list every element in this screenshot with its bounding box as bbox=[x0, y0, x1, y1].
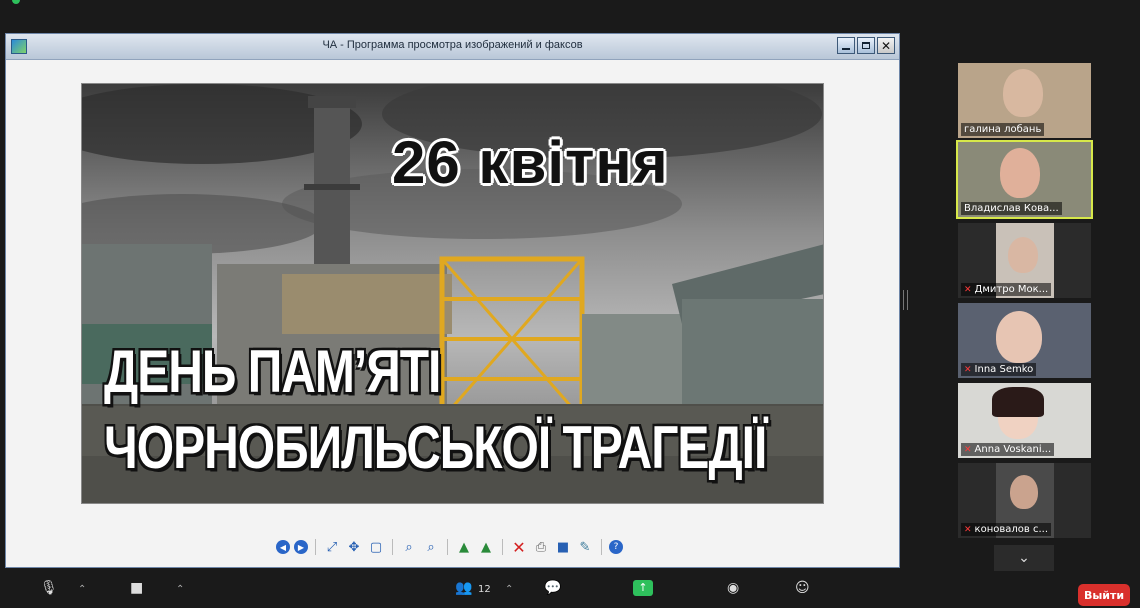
window-title: ЧА - Программа просмотра изображений и ф… bbox=[322, 39, 583, 51]
participants-count: 12 bbox=[478, 584, 491, 595]
save-icon[interactable]: ■ bbox=[554, 538, 572, 556]
delete-icon[interactable]: ✕ bbox=[510, 538, 528, 557]
close-icon: ✕ bbox=[880, 38, 892, 53]
viewer-toolbar: ◀ ▶ ⤢ ✥ ▢ ⌕ ⌕ ▲ ▲ ✕ ⎙ ■ ✎ ? bbox=[276, 536, 623, 558]
status-dot bbox=[12, 0, 20, 4]
zoom-out-icon[interactable]: ⌕ bbox=[422, 538, 440, 556]
maximize-icon bbox=[862, 42, 870, 49]
sarcophagus-roof bbox=[282, 274, 452, 334]
share-arrow-icon: ↑ bbox=[638, 581, 648, 594]
participants-options-chevron-icon[interactable]: ⌃ bbox=[505, 584, 513, 595]
rotate-counterclockwise-icon[interactable]: ▲ bbox=[477, 538, 495, 556]
participant-tile-active[interactable]: Владислав Кова... bbox=[956, 140, 1093, 219]
participant-name: Anna Voskani... bbox=[974, 444, 1052, 455]
poster-headline-1: ДЕНЬ ПАМ’ЯТІ bbox=[104, 339, 441, 406]
poster-headline-2: ЧОРНОБИЛЬСЬКОЇ ТРАГЕДІЇ bbox=[104, 415, 767, 482]
building-far-right bbox=[682, 299, 823, 419]
participant-tile[interactable]: галина лобань bbox=[958, 63, 1091, 138]
participant-name: Inna Semko bbox=[974, 364, 1034, 375]
muted-mic-icon: ✕ bbox=[964, 284, 972, 295]
poster-image: 26 квітня ДЕНЬ ПАМ’ЯТІ ЧОРНОБИЛЬСЬКОЇ ТР… bbox=[81, 83, 824, 504]
participant-video bbox=[1008, 237, 1038, 273]
share-screen-button[interactable]: ↑ bbox=[633, 580, 653, 596]
building-right bbox=[582, 314, 682, 414]
reactions-icon[interactable]: ☺ bbox=[795, 580, 810, 596]
participant-name: Владислав Кова... bbox=[964, 203, 1059, 214]
minimize-icon bbox=[842, 47, 850, 50]
edit-icon[interactable]: ✎ bbox=[576, 538, 594, 556]
poster-date-text: 26 квітня bbox=[392, 129, 669, 196]
help-icon[interactable]: ? bbox=[609, 540, 623, 554]
scroll-participants-down-button[interactable]: ⌄ bbox=[994, 545, 1054, 571]
video-camera-icon[interactable]: ■ bbox=[130, 580, 143, 596]
image-viewer-window: ЧА - Программа просмотра изображений и ф… bbox=[5, 33, 900, 568]
chimney bbox=[314, 96, 350, 266]
participant-video bbox=[996, 311, 1042, 363]
minimize-button[interactable] bbox=[837, 37, 855, 54]
zoom-in-icon[interactable]: ⌕ bbox=[400, 538, 418, 556]
muted-mic-icon: ✕ bbox=[964, 364, 972, 375]
maximize-button[interactable] bbox=[857, 37, 875, 54]
close-button[interactable]: ✕ bbox=[877, 37, 895, 54]
leave-meeting-button[interactable]: Выйти bbox=[1078, 584, 1130, 606]
panel-splitter[interactable] bbox=[903, 290, 908, 310]
prev-image-icon[interactable]: ◀ bbox=[276, 540, 290, 554]
participant-video bbox=[1003, 69, 1043, 117]
next-image-icon[interactable]: ▶ bbox=[294, 540, 308, 554]
participant-name: галина лобань bbox=[964, 124, 1042, 135]
chevron-down-icon: ⌄ bbox=[1018, 550, 1030, 566]
participant-name: коновалов с... bbox=[974, 524, 1048, 535]
participant-video bbox=[1000, 148, 1040, 198]
participant-tile[interactable]: ✕ коновалов с... bbox=[958, 463, 1091, 538]
muted-mic-icon: ✕ bbox=[964, 524, 972, 535]
title-bar[interactable]: ЧА - Программа просмотра изображений и ф… bbox=[6, 34, 899, 60]
participant-tile[interactable]: ✕ Anna Voskani... bbox=[958, 383, 1091, 458]
participant-video bbox=[1010, 475, 1038, 509]
participant-tile[interactable]: ✕ Inna Semko bbox=[958, 303, 1091, 378]
slideshow-icon[interactable]: ▢ bbox=[367, 538, 385, 556]
chimney-ring bbox=[304, 184, 360, 190]
print-icon[interactable]: ⎙ bbox=[532, 538, 550, 556]
video-options-chevron-icon[interactable]: ⌃ bbox=[176, 584, 184, 595]
microphone-icon[interactable]: 🎙 bbox=[40, 580, 58, 596]
rotate-clockwise-icon[interactable]: ▲ bbox=[455, 538, 473, 556]
participants-icon[interactable]: 👥 bbox=[455, 580, 472, 596]
audio-options-chevron-icon[interactable]: ⌃ bbox=[78, 584, 86, 595]
best-fit-icon[interactable]: ⤢ bbox=[323, 538, 341, 556]
meeting-controls-bar: 🎙 ⌃ ■ ⌃ 👥 12 ⌃ 💬 ◉ ☺ bbox=[0, 578, 1140, 600]
record-icon[interactable]: ◉ bbox=[727, 580, 739, 596]
muted-mic-icon: ✕ bbox=[964, 444, 972, 455]
actual-size-icon[interactable]: ✥ bbox=[345, 538, 363, 556]
chat-icon[interactable]: 💬 bbox=[544, 580, 561, 596]
chimney-top bbox=[308, 96, 356, 108]
participant-tile[interactable]: ✕ Дмитро Мок... bbox=[958, 223, 1091, 298]
participant-name: Дмитро Мок... bbox=[974, 284, 1049, 295]
